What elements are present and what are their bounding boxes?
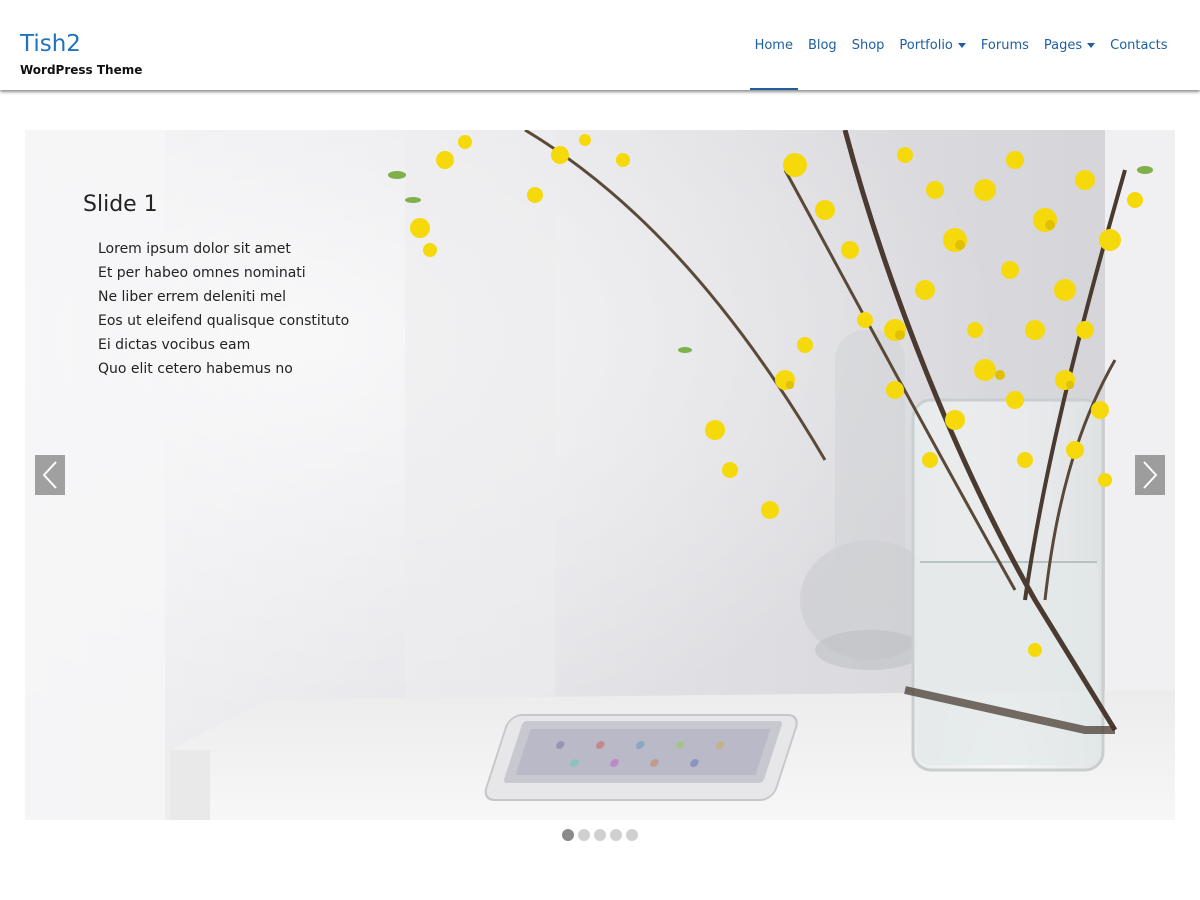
chevron-left-icon <box>42 461 57 489</box>
site-title-link[interactable]: Tish2 <box>20 30 142 58</box>
slider-dot-5[interactable] <box>626 829 638 841</box>
list-item: Quo elit cetero habemus no <box>98 361 293 377</box>
nav-item-label: Home <box>754 37 793 53</box>
list-item: Ei dictas vocibus eam <box>98 337 251 353</box>
nav-item-portfolio[interactable]: Portfolio <box>894 0 970 90</box>
nav-item-forums[interactable]: Forums <box>976 0 1034 90</box>
caret-down-icon <box>1087 42 1096 48</box>
list-item: Lorem ipsum dolor sit amet <box>98 241 291 257</box>
slider-dot-1[interactable] <box>562 829 574 841</box>
caret-down-icon <box>957 42 966 48</box>
nav-item-blog[interactable]: Blog <box>803 0 842 90</box>
slider-next-button[interactable] <box>1135 455 1165 495</box>
slider-pagination <box>0 829 1200 841</box>
site-header: Tish2 WordPress Theme Home Blog Shop Por… <box>0 0 1200 90</box>
chevron-right-icon <box>1143 461 1158 489</box>
nav-item-label: Forums <box>980 37 1029 53</box>
site-tagline: WordPress Theme <box>20 63 143 77</box>
nav-item-label: Shop <box>851 37 885 53</box>
nav-item-shop[interactable]: Shop <box>847 0 890 90</box>
branding: Tish2 WordPress Theme <box>20 30 142 77</box>
list-item: Ne liber errem deleniti mel <box>98 289 287 305</box>
list-item: Eos ut eleifend qualisque constituto <box>98 313 350 329</box>
slide-title: Slide 1 <box>83 192 158 217</box>
nav-item-label: Contacts <box>1110 37 1168 53</box>
nav-item-home[interactable]: Home <box>749 0 798 90</box>
nav-item-label: Blog <box>807 37 837 53</box>
slide-text-list: Lorem ipsum dolor sit amet Et per habeo … <box>83 237 349 381</box>
list-item: Et per habeo omnes nominati <box>98 265 306 281</box>
slider-dot-4[interactable] <box>610 829 622 841</box>
nav-item-pages[interactable]: Pages <box>1039 0 1100 90</box>
nav-item-contacts[interactable]: Contacts <box>1105 0 1172 90</box>
image-slider: Slide 1 Lorem ipsum dolor sit amet Et pe… <box>25 130 1175 820</box>
slide-caption: Slide 1 Lorem ipsum dolor sit amet Et pe… <box>83 192 349 381</box>
nav-item-label: Portfolio <box>899 37 953 53</box>
slider-prev-button[interactable] <box>35 455 65 495</box>
slider-dot-2[interactable] <box>578 829 590 841</box>
main-nav: Home Blog Shop Portfolio Forums Pages Co… <box>747 0 1175 90</box>
nav-item-label: Pages <box>1043 37 1083 53</box>
slider-dot-3[interactable] <box>594 829 606 841</box>
